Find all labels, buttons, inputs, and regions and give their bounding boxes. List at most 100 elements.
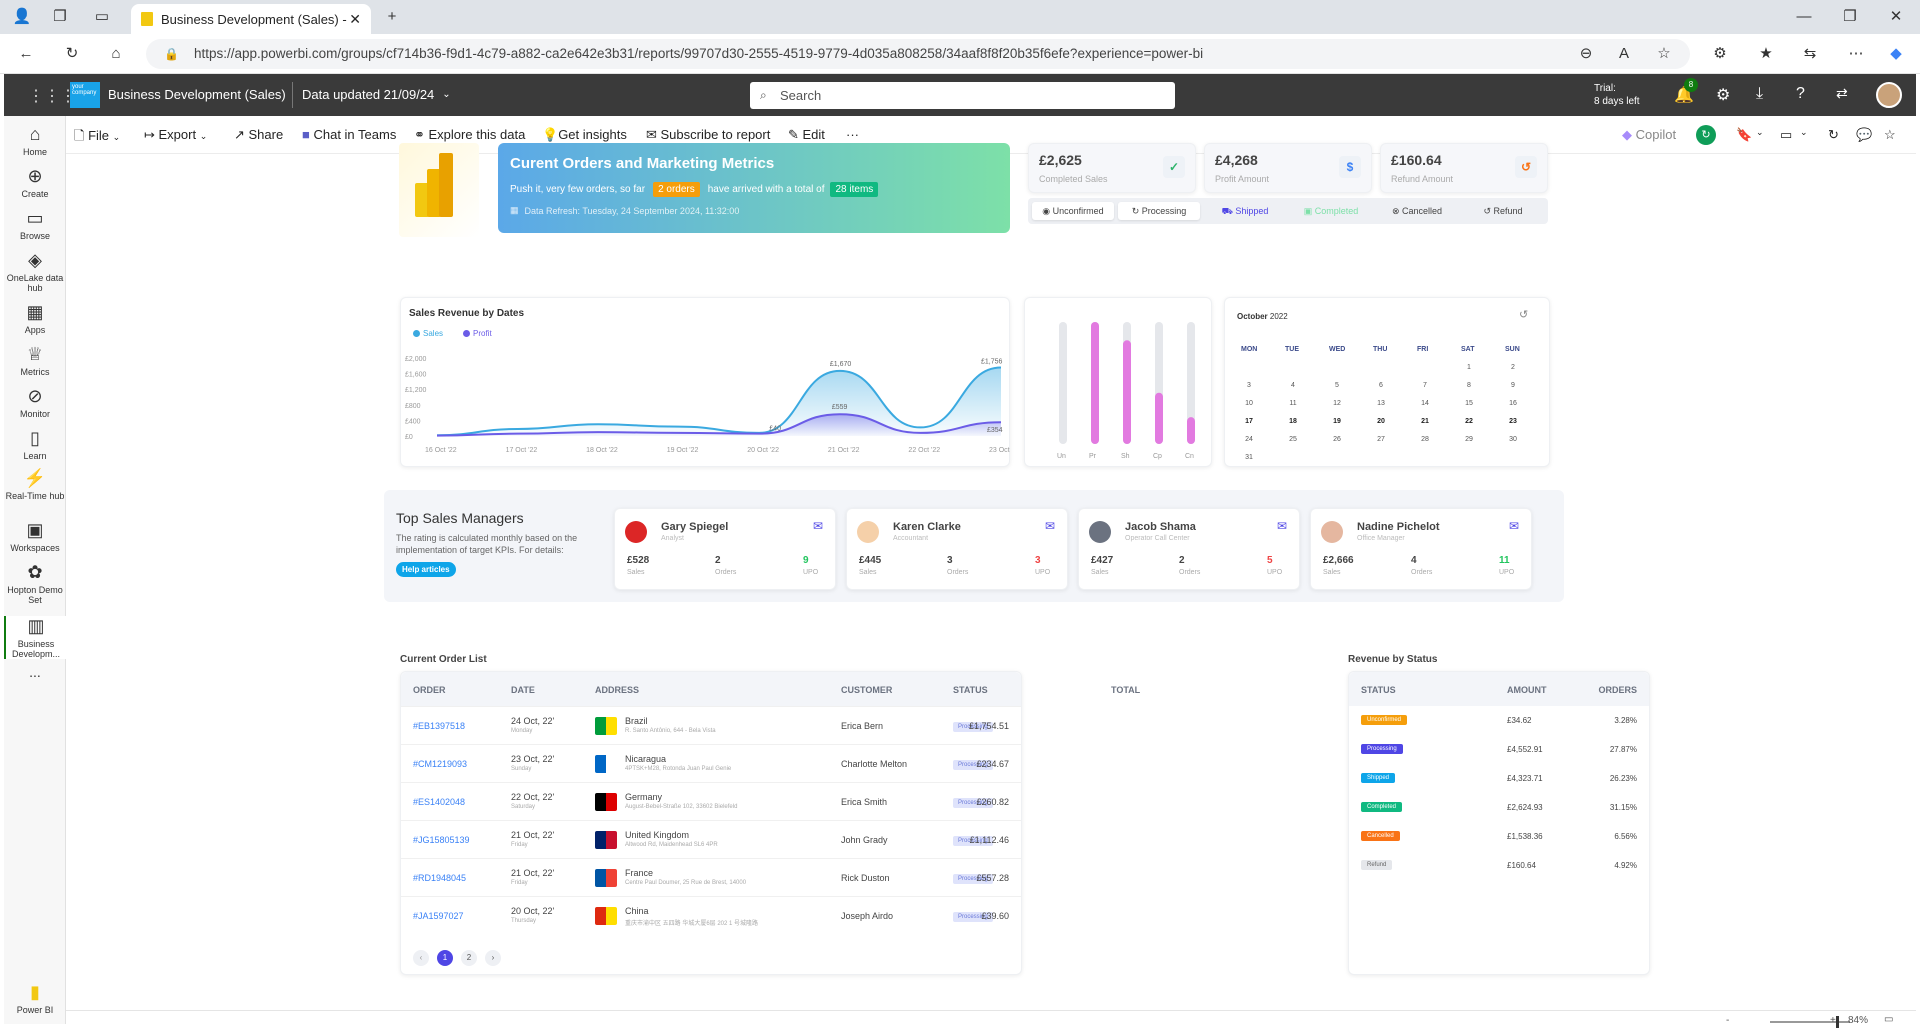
- zoom-out-icon[interactable]: ⊖: [1576, 44, 1596, 64]
- mail-icon[interactable]: ✉: [1509, 519, 1519, 533]
- nav-item-5[interactable]: ♕ Metrics: [4, 344, 66, 377]
- calendar-day[interactable]: 22: [1459, 418, 1479, 425]
- copilot-button[interactable]: ◆ Copilot: [1622, 127, 1676, 143]
- browser-tab-active[interactable]: Business Development (Sales) - P... ✕: [131, 4, 371, 34]
- help-articles-button[interactable]: Help articles: [396, 562, 456, 577]
- nav-item-8[interactable]: ⚡ Real-Time hub: [4, 468, 66, 501]
- next-page-icon[interactable]: ›: [485, 950, 501, 966]
- extensions-icon[interactable]: ⚙: [1710, 44, 1730, 64]
- bookmark-icon[interactable]: 🔖: [1736, 127, 1752, 143]
- order-row[interactable]: #ES1402048 22 Oct, 22' Saturday Germany Augu…: [401, 782, 1021, 820]
- rs-col-header[interactable]: STATUS: [1361, 685, 1396, 695]
- manager-card[interactable]: Jacob Shama Operator Call Center ✉ £427 Sale…: [1078, 508, 1300, 590]
- manager-card[interactable]: Gary Spiegel Analyst ✉ £528 Sales 2 Orders 9 UPO: [614, 508, 836, 590]
- order-col-header[interactable]: TOTAL: [1111, 685, 1140, 695]
- calendar-day[interactable]: 12: [1327, 400, 1347, 407]
- calendar-day[interactable]: 7: [1415, 382, 1435, 389]
- get-insights-button[interactable]: 💡Get insights: [542, 127, 627, 143]
- calendar-day[interactable]: 20: [1371, 418, 1391, 425]
- page-1-button[interactable]: 1: [437, 950, 453, 966]
- status-filter-completed[interactable]: ▣ Completed: [1290, 202, 1372, 220]
- order-row[interactable]: #CM1219093 23 Oct, 22' Sunday Nicaragua 4PTS…: [401, 744, 1021, 782]
- zoom-in-button[interactable]: +: [1830, 1015, 1836, 1026]
- rs-row[interactable]: Unconfirmed £34.62 3.28%: [1349, 706, 1649, 735]
- order-id-link[interactable]: #ES1402048: [413, 797, 465, 807]
- favorites-icon[interactable]: ★: [1756, 44, 1776, 64]
- minimize-icon[interactable]: —: [1794, 7, 1814, 27]
- calendar-day[interactable]: 21: [1415, 418, 1435, 425]
- help-icon[interactable]: ?: [1796, 85, 1805, 103]
- order-col-header[interactable]: ADDRESS: [595, 685, 639, 695]
- page-2-button[interactable]: 2: [461, 950, 477, 966]
- order-id-link[interactable]: #EB1397518: [413, 721, 465, 731]
- order-col-header[interactable]: STATUS: [953, 685, 988, 695]
- back-icon[interactable]: ←: [16, 44, 36, 64]
- manager-card[interactable]: Karen Clarke Accountant ✉ £445 Sales 3 Orders 3…: [846, 508, 1068, 590]
- share-browser-icon[interactable]: ⇆: [1800, 44, 1820, 64]
- calendar-day[interactable]: 31: [1239, 454, 1259, 461]
- new-tab-icon[interactable]: +: [382, 7, 402, 27]
- status-filter-cancelled[interactable]: ⊗ Cancelled: [1376, 202, 1458, 220]
- chevron-down-icon[interactable]: ⌄: [1800, 127, 1808, 138]
- powerbi-home[interactable]: ▮ Power BI: [4, 982, 66, 1015]
- order-id-link[interactable]: #JA1597027: [413, 911, 464, 921]
- close-tab-icon[interactable]: ✕: [349, 11, 361, 28]
- calendar-day[interactable]: 18: [1283, 418, 1303, 425]
- order-row[interactable]: #EB1397518 24 Oct, 22' Monday Brazil R. Sant…: [401, 706, 1021, 744]
- export-menu-button[interactable]: ↦ Export ⌄: [144, 127, 207, 143]
- rs-col-header[interactable]: ORDERS: [1598, 685, 1637, 695]
- status-filter-refund[interactable]: ↺ Refund: [1462, 202, 1544, 220]
- calendar-day[interactable]: 16: [1503, 400, 1523, 407]
- home-browser-icon[interactable]: ⌂: [106, 44, 126, 64]
- mail-icon[interactable]: ✉: [813, 519, 823, 533]
- fit-page-icon[interactable]: ▭: [1884, 1014, 1893, 1025]
- calendar-day[interactable]: 30: [1503, 436, 1523, 443]
- calendar-day[interactable]: 27: [1371, 436, 1391, 443]
- nav-item-6[interactable]: ⊘ Monitor: [4, 386, 66, 419]
- settings-gear-icon[interactable]: ⚙: [1716, 85, 1730, 105]
- reload-icon[interactable]: ↻: [1828, 127, 1839, 143]
- calendar-day[interactable]: 5: [1327, 382, 1347, 389]
- order-col-header[interactable]: CUSTOMER: [841, 685, 892, 695]
- rs-col-header[interactable]: AMOUNT: [1507, 685, 1547, 695]
- restore-icon[interactable]: ❐: [1840, 7, 1860, 27]
- order-col-header[interactable]: DATE: [511, 685, 535, 695]
- order-id-link[interactable]: #JG15805139: [413, 835, 470, 845]
- rs-row[interactable]: Shipped £4,323.71 26.23%: [1349, 764, 1649, 793]
- rs-row[interactable]: Completed £2,624.93 31.15%: [1349, 793, 1649, 822]
- calendar-day[interactable]: 24: [1239, 436, 1259, 443]
- calendar-day[interactable]: 10: [1239, 400, 1259, 407]
- status-filter-unconfirmed[interactable]: ◉ Unconfirmed: [1032, 202, 1114, 220]
- nav-item-9[interactable]: ▣ Workspaces: [4, 520, 66, 553]
- nav-more-button[interactable]: ...: [4, 664, 66, 680]
- chat-in-teams-button[interactable]: ■ Chat in Teams: [302, 127, 396, 142]
- app-launcher-icon[interactable]: ⋮⋮⋮: [28, 86, 76, 106]
- status-filter-shipped[interactable]: ⛟ Shipped: [1204, 202, 1286, 220]
- explore-data-button[interactable]: ⚭ Explore this data: [414, 127, 525, 143]
- profile-avatar-icon[interactable]: 👤: [12, 7, 32, 27]
- status-filter-processing[interactable]: ↻ Processing: [1118, 202, 1200, 220]
- calendar-day[interactable]: 3: [1239, 382, 1259, 389]
- order-id-link[interactable]: #RD1948045: [413, 873, 466, 883]
- file-menu-button[interactable]: 🗋 File ⌄: [74, 127, 120, 149]
- close-window-icon[interactable]: ✕: [1886, 7, 1906, 27]
- calendar-day[interactable]: 14: [1415, 400, 1435, 407]
- read-aloud-icon[interactable]: A: [1614, 44, 1634, 64]
- rs-row[interactable]: Cancelled £1,538.36 6.56%: [1349, 822, 1649, 851]
- calendar-day[interactable]: 11: [1283, 400, 1303, 407]
- nav-item-7[interactable]: ▯ Learn: [4, 428, 66, 461]
- tab-actions-icon[interactable]: ▭: [92, 7, 112, 27]
- comment-icon[interactable]: 💬: [1856, 127, 1872, 143]
- order-col-header[interactable]: ORDER: [413, 685, 446, 695]
- mail-icon[interactable]: ✉: [1277, 519, 1287, 533]
- chevron-down-icon[interactable]: ⌄: [1756, 127, 1764, 138]
- order-id-link[interactable]: #CM1219093: [413, 759, 467, 769]
- refresh-icon[interactable]: ↻: [62, 44, 82, 64]
- copilot-browser-icon[interactable]: ◆: [1886, 44, 1906, 64]
- calendar-day[interactable]: 25: [1283, 436, 1303, 443]
- calendar-day[interactable]: 1: [1459, 364, 1479, 371]
- zoom-out-button[interactable]: -: [1726, 1015, 1729, 1026]
- calendar-day[interactable]: 9: [1503, 382, 1523, 389]
- order-row[interactable]: #JG15805139 21 Oct, 22' Friday United Kingd…: [401, 820, 1021, 858]
- calendar-day[interactable]: 19: [1327, 418, 1347, 425]
